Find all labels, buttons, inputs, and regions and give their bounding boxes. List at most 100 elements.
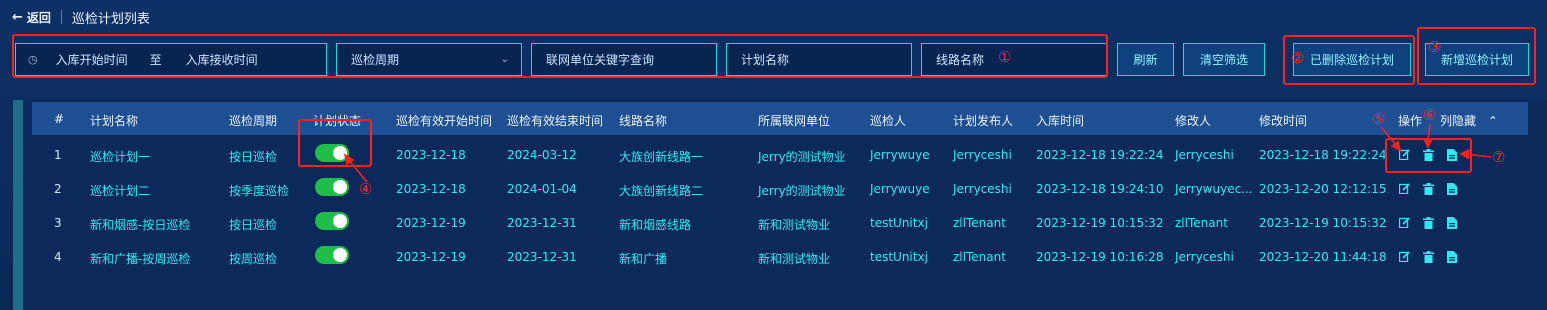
table-header: # 计划名称 巡检周期 计划状态 巡检有效开始时间 巡检有效结束时间 线路名称 …: [32, 102, 1528, 135]
cell-plan-name[interactable]: 巡检计划二: [90, 182, 150, 199]
detail-document-icon[interactable]: [1447, 183, 1458, 195]
col-start: 巡检有效开始时间: [396, 114, 493, 128]
cell-unit: 新和测试物业: [758, 218, 831, 232]
date-separator: 至: [149, 53, 162, 67]
status-toggle[interactable]: [315, 178, 349, 196]
cell-line: 新和广播: [619, 252, 668, 266]
back-button[interactable]: ← 返回: [12, 9, 51, 26]
line-name-input[interactable]: 线路名称: [921, 43, 1107, 76]
toggle-knob: [333, 146, 347, 160]
cell-modified: 2023-12-18 19:22:24: [1259, 148, 1387, 162]
annotation-number-2: ②: [1291, 49, 1305, 67]
cell-line: 新和烟感线路: [619, 218, 692, 232]
cell-inspector: Jerrywuye: [870, 182, 930, 196]
deleted-plans-button[interactable]: 已删除巡检计划: [1293, 43, 1411, 76]
col-status: 计划状态: [313, 114, 362, 128]
cell-end: 2023-12-31: [507, 250, 577, 264]
col-index: #: [54, 112, 65, 126]
cell-plan-name[interactable]: 新和烟感-按日巡检: [90, 216, 190, 233]
chevron-down-icon: ⌄: [500, 54, 509, 65]
cell-publisher: zllTenant: [953, 250, 1006, 264]
annotation-number-3: ③: [1428, 38, 1442, 56]
col-created: 入库时间: [1036, 114, 1085, 128]
arrow-left-icon: ←: [12, 9, 23, 25]
status-toggle[interactable]: [315, 212, 349, 230]
delete-icon[interactable]: [1423, 251, 1434, 263]
detail-document-icon[interactable]: [1447, 149, 1458, 161]
col-inspector: 巡检人: [870, 114, 907, 128]
cell-start: 2023-12-19: [396, 216, 466, 230]
cell-created: 2023-12-18 19:24:10: [1036, 182, 1164, 196]
clock-icon: ◷: [28, 53, 38, 66]
annotation-number-5: ⑤: [1372, 110, 1386, 128]
edit-icon[interactable]: [1399, 217, 1410, 229]
cell-index: 3: [54, 216, 62, 230]
col-cycle: 巡检周期: [229, 114, 278, 128]
cell-modifier: zllTenant: [1175, 216, 1228, 230]
clear-filter-button[interactable]: 清空筛选: [1183, 43, 1265, 76]
table-row: 1 巡检计划一 按日巡检 2023-12-18 2024-03-12 大族创新线…: [32, 138, 1528, 172]
table-row: 4 新和广播-按周巡检 按周巡检 2023-12-19 2023-12-31 新…: [32, 240, 1528, 274]
cell-publisher: zllTenant: [953, 216, 1006, 230]
date-start-input[interactable]: 入库开始时间: [56, 51, 128, 68]
cell-plan-name[interactable]: 新和广播-按周巡检: [90, 250, 190, 267]
cycle-select[interactable]: 巡检周期 ⌄: [336, 43, 522, 76]
plan-table: # 计划名称 巡检周期 计划状态 巡检有效开始时间 巡检有效结束时间 线路名称 …: [13, 100, 1547, 310]
cell-unit: 新和测试物业: [758, 252, 831, 266]
plan-name-input[interactable]: 计划名称: [726, 43, 912, 76]
delete-icon[interactable]: [1423, 217, 1434, 229]
cell-inspector: Jerrywuye: [870, 148, 930, 162]
chevron-up-icon: ⌃: [1487, 114, 1498, 128]
date-range-picker[interactable]: ◷ 入库开始时间 至 入库接收时间: [15, 43, 327, 76]
edit-icon[interactable]: [1399, 251, 1410, 263]
cell-line: 大族创新线路二: [619, 184, 704, 198]
edit-icon[interactable]: [1399, 149, 1410, 161]
cell-inspector: testUnitxj: [870, 250, 928, 264]
cell-cycle: 按日巡检: [229, 150, 278, 164]
col-unit: 所属联网单位: [758, 114, 831, 128]
detail-document-icon[interactable]: [1447, 251, 1458, 263]
detail-document-icon[interactable]: [1447, 217, 1458, 229]
cell-modifier: Jerrywuyec...: [1175, 182, 1253, 196]
cell-start: 2023-12-18: [396, 148, 466, 162]
cell-end: 2024-03-12: [507, 148, 577, 162]
cell-cycle: 按周巡检: [229, 252, 278, 266]
table-side-bar: [13, 100, 23, 310]
cell-modified: 2023-12-20 11:44:18: [1259, 250, 1387, 264]
edit-icon[interactable]: [1399, 183, 1410, 195]
divider: [60, 10, 62, 24]
cell-publisher: Jerryceshi: [953, 148, 1012, 162]
cell-start: 2023-12-18: [396, 182, 466, 196]
cell-index: 4: [54, 250, 62, 264]
cell-index: 1: [54, 148, 62, 162]
col-modified: 修改时间: [1259, 114, 1308, 128]
col-publisher: 计划发布人: [953, 114, 1014, 128]
unit-search-input[interactable]: 联网单位关键字查询: [531, 43, 717, 76]
column-hide-toggle[interactable]: 列隐藏 ⌃: [1440, 112, 1498, 129]
refresh-button[interactable]: 刷新: [1117, 43, 1174, 76]
table-row: 3 新和烟感-按日巡检 按日巡检 2023-12-19 2023-12-31 新…: [32, 206, 1528, 240]
cell-cycle: 按季度巡检: [229, 184, 290, 198]
cell-modifier: Jerryceshi: [1175, 148, 1234, 162]
date-end-input[interactable]: 入库接收时间: [186, 51, 258, 68]
delete-icon[interactable]: [1423, 149, 1434, 161]
column-hide-label: 列隐藏: [1440, 114, 1477, 128]
status-toggle[interactable]: [315, 144, 349, 162]
cycle-select-label: 巡检周期: [351, 53, 400, 67]
toggle-knob: [333, 180, 347, 194]
page-title: 巡检计划列表: [71, 11, 150, 27]
status-toggle[interactable]: [315, 246, 349, 264]
col-actions: 操作: [1398, 114, 1423, 128]
top-bar: ← 返回 巡检计划列表: [12, 8, 150, 27]
cell-cycle: 按日巡检: [229, 218, 278, 232]
delete-icon[interactable]: [1423, 183, 1434, 195]
cell-unit: Jerry的测试物业: [758, 184, 846, 198]
cell-unit: Jerry的测试物业: [758, 150, 846, 164]
col-plan-name: 计划名称: [90, 114, 139, 128]
toggle-knob: [333, 214, 347, 228]
annotation-number-6: ⑥: [1423, 106, 1437, 124]
table-row: 2 巡检计划二 按季度巡检 2023-12-18 2024-01-04 大族创新…: [32, 172, 1528, 206]
cell-plan-name[interactable]: 巡检计划一: [90, 148, 150, 165]
cell-publisher: Jerryceshi: [953, 182, 1012, 196]
cell-created: 2023-12-19 10:16:28: [1036, 250, 1164, 264]
